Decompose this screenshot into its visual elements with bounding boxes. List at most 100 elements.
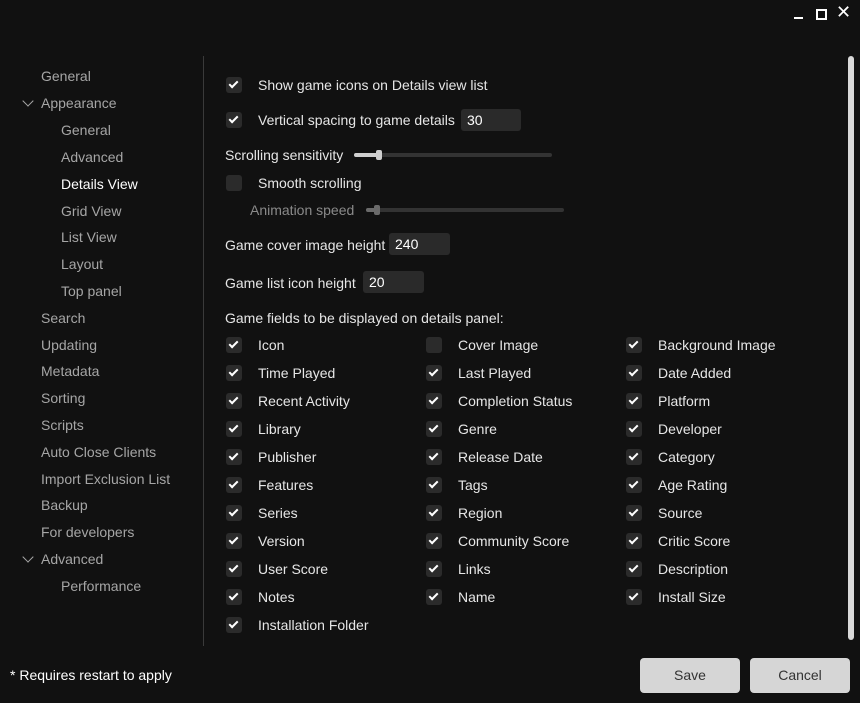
field-platform-checkbox[interactable]: [626, 393, 642, 409]
show-icons-label: Show game icons on Details view list: [258, 77, 488, 93]
field-version-checkbox[interactable]: [226, 533, 242, 549]
checkmark-icon: [628, 394, 639, 405]
sidebar-item-performance[interactable]: Performance: [61, 578, 141, 594]
checkmark-icon: [228, 534, 239, 545]
vertical-spacing-label: Vertical spacing to game details: [258, 112, 455, 128]
field-release-date-checkbox[interactable]: [426, 449, 442, 465]
animation-speed-slider[interactable]: [366, 205, 564, 215]
field-date-added-checkbox[interactable]: [626, 365, 642, 381]
sidebar-item-appearance[interactable]: Appearance: [41, 95, 117, 111]
field-publisher-checkbox[interactable]: [226, 449, 242, 465]
sidebar-item-updating[interactable]: Updating: [41, 337, 97, 353]
field-time-played-checkbox[interactable]: [226, 365, 242, 381]
field-recent-activity-checkbox[interactable]: [226, 393, 242, 409]
checkmark-icon: [628, 422, 639, 433]
scrolling-sensitivity-slider[interactable]: [354, 150, 552, 160]
save-button[interactable]: Save: [640, 658, 740, 693]
slider-thumb[interactable]: [376, 150, 382, 160]
cancel-button[interactable]: Cancel: [750, 658, 850, 693]
checkmark-icon: [628, 338, 639, 349]
field-age-rating-checkbox[interactable]: [626, 477, 642, 493]
sidebar-item-metadata[interactable]: Metadata: [41, 363, 99, 379]
vertical-spacing-input[interactable]: 30: [461, 109, 521, 131]
cover-height-input[interactable]: 240: [389, 233, 450, 255]
sidebar-item-search[interactable]: Search: [41, 310, 85, 326]
minimize-icon[interactable]: [792, 6, 808, 22]
icon-height-input[interactable]: 20: [363, 271, 424, 293]
field-features-checkbox[interactable]: [226, 477, 242, 493]
scrolling-sensitivity-label: Scrolling sensitivity: [225, 147, 344, 163]
field-date-added-label: Date Added: [658, 365, 732, 381]
field-links-checkbox[interactable]: [426, 561, 442, 577]
sidebar-item-backup[interactable]: Backup: [41, 497, 88, 513]
field-links-label: Links: [458, 561, 491, 577]
field-installation-folder-checkbox[interactable]: [226, 617, 242, 633]
field-cover-image-label: Cover Image: [458, 337, 539, 353]
field-completion-status-checkbox[interactable]: [426, 393, 442, 409]
field-notes-checkbox[interactable]: [226, 589, 242, 605]
checkmark-icon: [428, 590, 439, 601]
sidebar-item-top-panel[interactable]: Top panel: [61, 283, 122, 299]
field-icon-checkbox[interactable]: [226, 337, 242, 353]
sidebar-item-list-view[interactable]: List View: [61, 229, 117, 245]
checkmark-icon: [428, 562, 439, 573]
maximize-icon[interactable]: [814, 6, 830, 22]
scrollbar[interactable]: [848, 56, 854, 640]
sidebar-item-appearance-general[interactable]: General: [61, 122, 111, 138]
field-critic-score-label: Critic Score: [658, 533, 731, 549]
show-icons-checkbox[interactable]: [226, 77, 242, 93]
field-critic-score-checkbox[interactable]: [626, 533, 642, 549]
sidebar-item-sorting[interactable]: Sorting: [41, 390, 85, 406]
checkmark-icon: [228, 562, 239, 573]
field-platform-label: Platform: [658, 393, 711, 409]
field-source-checkbox[interactable]: [626, 505, 642, 521]
field-description-label: Description: [658, 561, 729, 577]
sidebar-item-general[interactable]: General: [41, 68, 91, 84]
field-name-label: Name: [458, 589, 496, 605]
sidebar-item-auto-close-clients[interactable]: Auto Close Clients: [41, 444, 156, 460]
checkmark-icon: [628, 562, 639, 573]
checkmark-icon: [228, 478, 239, 489]
slider-thumb[interactable]: [374, 205, 380, 215]
field-tags-checkbox[interactable]: [426, 477, 442, 493]
field-community-score-checkbox[interactable]: [426, 533, 442, 549]
field-background-image-checkbox[interactable]: [626, 337, 642, 353]
chevron-down-icon[interactable]: [22, 551, 34, 563]
chevron-down-icon[interactable]: [22, 95, 34, 107]
field-community-score-label: Community Score: [458, 533, 570, 549]
icon-height-label: Game list icon height: [225, 275, 356, 291]
field-library-checkbox[interactable]: [226, 421, 242, 437]
field-genre-checkbox[interactable]: [426, 421, 442, 437]
title-bar: ✕: [0, 0, 860, 30]
field-series-checkbox[interactable]: [226, 505, 242, 521]
field-cover-image-checkbox[interactable]: [426, 337, 442, 353]
close-icon[interactable]: ✕: [836, 4, 852, 22]
sidebar-item-scripts[interactable]: Scripts: [41, 417, 84, 433]
smooth-scrolling-checkbox[interactable]: [226, 175, 242, 191]
field-last-played-checkbox[interactable]: [426, 365, 442, 381]
sidebar-item-appearance-advanced[interactable]: Advanced: [61, 149, 123, 165]
sidebar-item-layout[interactable]: Layout: [61, 256, 103, 272]
smooth-scrolling-label: Smooth scrolling: [258, 175, 362, 191]
field-version-label: Version: [258, 533, 305, 549]
field-install-size-checkbox[interactable]: [626, 589, 642, 605]
field-source-label: Source: [658, 505, 703, 521]
cover-height-label: Game cover image height: [225, 237, 386, 253]
sidebar-item-import-exclusion-list[interactable]: Import Exclusion List: [41, 471, 170, 487]
field-tags-label: Tags: [458, 477, 488, 493]
field-developer-checkbox[interactable]: [626, 421, 642, 437]
sidebar-item-details-view[interactable]: Details View: [61, 176, 138, 192]
field-name-checkbox[interactable]: [426, 589, 442, 605]
fields-heading: Game fields to be displayed on details p…: [225, 310, 504, 326]
checkmark-icon: [228, 78, 239, 89]
field-category-checkbox[interactable]: [626, 449, 642, 465]
sidebar-item-grid-view[interactable]: Grid View: [61, 203, 121, 219]
field-region-label: Region: [458, 505, 503, 521]
vertical-spacing-checkbox[interactable]: [226, 112, 242, 128]
field-description-checkbox[interactable]: [626, 561, 642, 577]
sidebar-item-advanced[interactable]: Advanced: [41, 551, 103, 567]
field-region-checkbox[interactable]: [426, 505, 442, 521]
sidebar-divider: [203, 56, 204, 646]
sidebar-item-for-developers[interactable]: For developers: [41, 524, 134, 540]
field-user-score-checkbox[interactable]: [226, 561, 242, 577]
